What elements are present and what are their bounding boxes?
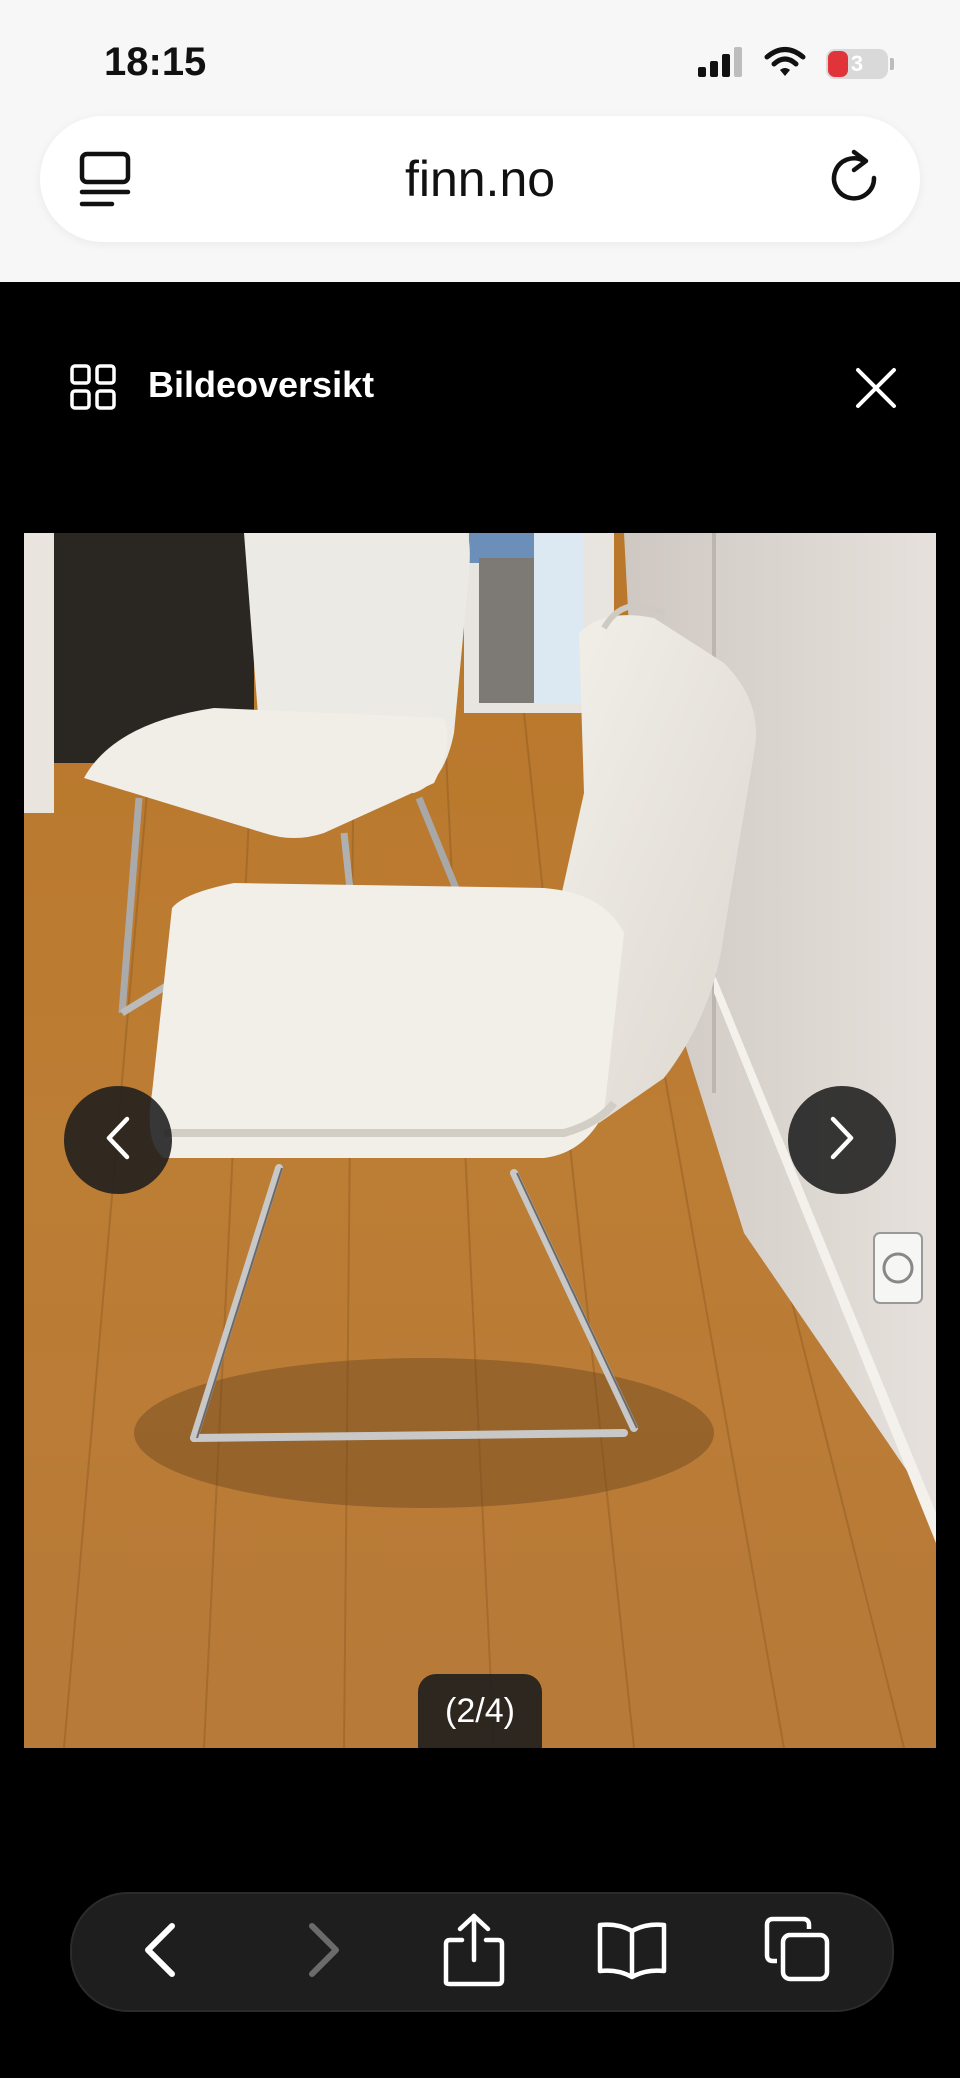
- back-button[interactable]: [124, 1916, 196, 1988]
- battery-icon: 3: [826, 49, 894, 79]
- chevron-right-icon: [825, 1113, 859, 1168]
- status-time: 18:15: [104, 40, 207, 84]
- close-icon[interactable]: [852, 364, 900, 412]
- forward-button[interactable]: [288, 1916, 360, 1988]
- share-button[interactable]: [438, 1913, 510, 1988]
- url-text[interactable]: finn.no: [40, 150, 920, 208]
- bookmarks-button[interactable]: [596, 1916, 668, 1988]
- viewer-header: Bildeoversikt: [0, 282, 960, 532]
- tabs-icon: [763, 1915, 833, 1990]
- viewer-title[interactable]: Bildeoversikt: [148, 364, 374, 406]
- battery-level: 3: [850, 51, 864, 76]
- bottom-toolbar: [70, 1892, 894, 2012]
- forward-icon: [304, 1920, 344, 1985]
- browser-header: 18:15 3 finn.no: [0, 0, 960, 282]
- reload-icon[interactable]: [828, 148, 884, 208]
- previous-image-button[interactable]: [64, 1086, 172, 1194]
- next-image-button[interactable]: [788, 1086, 896, 1194]
- image-counter: (2/4): [418, 1674, 542, 1748]
- back-icon: [140, 1920, 180, 1985]
- chevron-left-icon: [101, 1113, 135, 1168]
- bookmarks-icon: [594, 1919, 670, 1986]
- wifi-icon: [764, 46, 806, 83]
- cellular-signal-icon: [698, 46, 744, 82]
- status-icons: 3: [698, 46, 894, 82]
- address-bar[interactable]: finn.no: [40, 116, 920, 242]
- share-icon: [442, 1912, 506, 1993]
- tabs-button[interactable]: [762, 1916, 834, 1988]
- grid-icon[interactable]: [70, 364, 116, 410]
